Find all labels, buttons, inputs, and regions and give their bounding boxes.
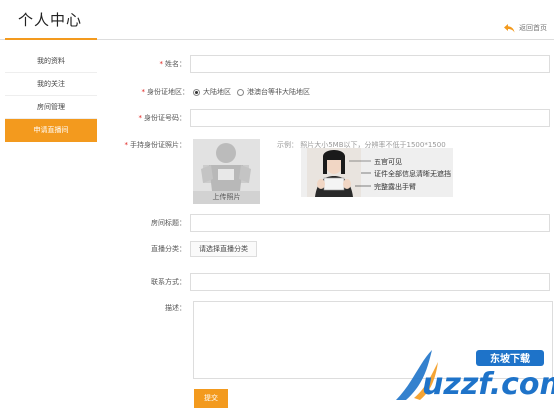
- category-row: 直播分类： 请选择直播分类: [106, 241, 257, 257]
- description-label: 描述：: [165, 304, 186, 312]
- room-title-input[interactable]: [190, 214, 550, 232]
- region-option-mainland-label: 大陆地区: [203, 88, 231, 96]
- sidebar-item-apply-live-room[interactable]: 申请直播间: [5, 119, 97, 142]
- region-radio-non-mainland[interactable]: [237, 88, 244, 96]
- sidebar: 我的资料 我的关注 房间管理 申请直播间: [5, 50, 97, 142]
- back-arrow-icon: [504, 23, 515, 32]
- svg-text:东坡下载: 东坡下载: [490, 352, 530, 365]
- name-input[interactable]: [190, 55, 550, 73]
- id-photo-label: * 手持身份证照片：: [124, 141, 187, 149]
- photo-upload-box[interactable]: 上传照片: [193, 139, 260, 204]
- page-header: 个人中心 返回首页: [0, 0, 554, 40]
- category-select-button[interactable]: 请选择直播分类: [190, 241, 257, 257]
- back-home-link[interactable]: 返回首页: [504, 23, 547, 33]
- room-title-row: 房间标题：: [106, 214, 550, 232]
- example-note-arms: 完整露出手臂: [374, 183, 416, 191]
- page-title: 个人中心: [18, 11, 83, 29]
- region-row: * 身份证地区： 大陆地区 港澳台等非大陆地区: [106, 87, 311, 97]
- watermark-logo: 东坡下载 uzzf.com: [392, 344, 554, 404]
- region-radio-group: 大陆地区 港澳台等非大陆地区: [193, 87, 310, 97]
- sidebar-item-profile[interactable]: 我的资料: [5, 50, 97, 73]
- room-title-label: 房间标题：: [151, 219, 186, 227]
- back-home-label: 返回首页: [519, 24, 547, 32]
- upload-placeholder-icon: [201, 143, 251, 191]
- contact-input[interactable]: [190, 273, 550, 291]
- example-note-face: 五官可见: [374, 158, 402, 166]
- name-label: * 姓名：: [159, 60, 187, 68]
- photo-example-image: 五官可见 证件全部信息清晰无遮挡 完整露出手臂: [301, 148, 453, 197]
- id-photo-row: * 手持身份证照片：: [106, 140, 190, 150]
- id-number-label: * 身份证号码：: [138, 114, 187, 122]
- title-underline: [5, 38, 97, 40]
- region-label: * 身份证地区：: [141, 88, 190, 96]
- watermark-logo-graphic: 东坡下载 uzzf.com: [396, 350, 554, 402]
- category-label: 直播分类：: [151, 245, 186, 253]
- upload-caption: 上传照片: [193, 191, 260, 204]
- svg-text:uzzf.com: uzzf.com: [422, 367, 554, 402]
- contact-row: 联系方式：: [106, 273, 550, 291]
- description-row: 描述：: [106, 303, 190, 313]
- sidebar-item-following[interactable]: 我的关注: [5, 73, 97, 96]
- region-radio-mainland[interactable]: [193, 88, 200, 96]
- region-option-non-mainland-label: 港澳台等非大陆地区: [247, 88, 310, 96]
- sidebar-item-room-management[interactable]: 房间管理: [5, 96, 97, 119]
- contact-label: 联系方式：: [151, 278, 186, 286]
- name-row: * 姓名：: [106, 55, 550, 73]
- id-number-input[interactable]: [190, 109, 550, 127]
- id-number-row: * 身份证号码：: [106, 109, 550, 127]
- submit-button[interactable]: 提交: [194, 389, 228, 408]
- example-note-id-clear: 证件全部信息清晰无遮挡: [374, 170, 451, 178]
